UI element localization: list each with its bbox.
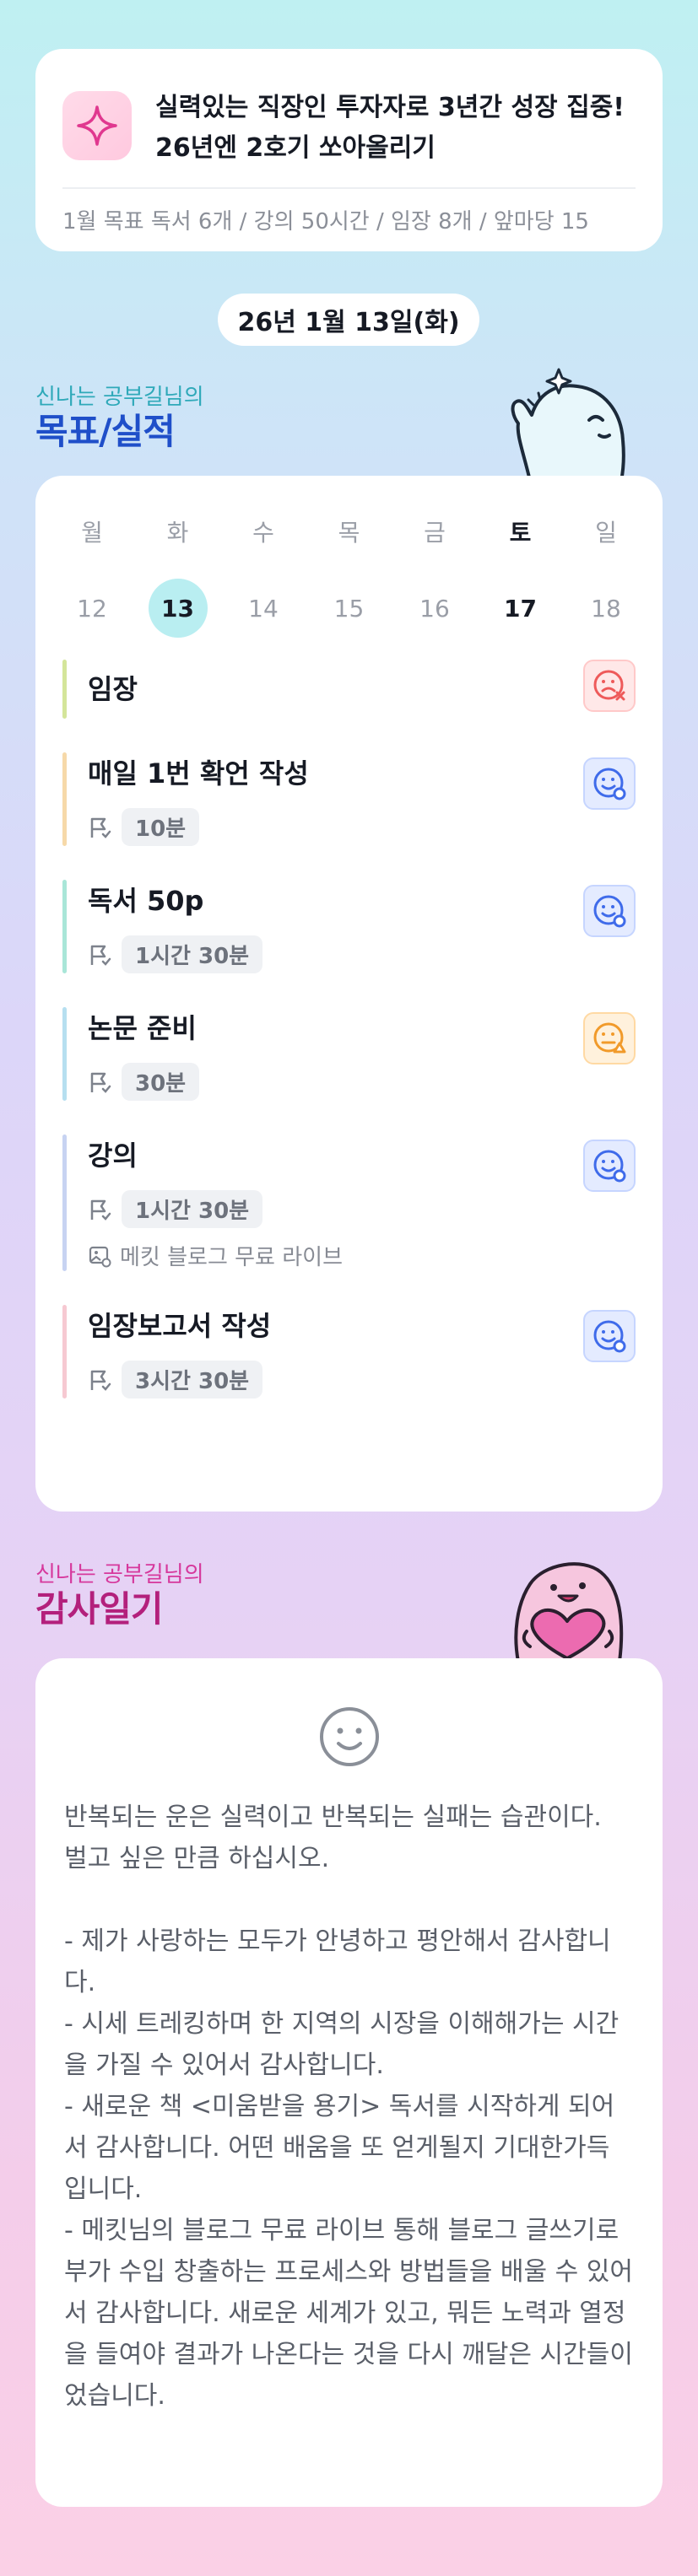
task-name: 독서 50p	[88, 885, 204, 917]
task-color-bar	[62, 752, 67, 846]
task-time: 30분	[122, 1063, 200, 1101]
weekday-sun: 일	[595, 519, 617, 547]
date-row: 12 13 14 15 16 17 18	[62, 579, 636, 638]
task-item[interactable]: 임장보고서 작성 3시간 30분	[62, 1305, 636, 1398]
goal-card[interactable]: 실력있는 직장인 투자자로 3년간 성장 집중! 26년엔 2호기 쏘아올리기 …	[35, 49, 663, 251]
task-note: 메킷 블로그 무료 라이브	[120, 1245, 343, 1270]
weekday-mon: 월	[81, 519, 103, 547]
ghost-mascot-icon	[511, 368, 625, 481]
date-16[interactable]: 16	[405, 579, 464, 638]
task-item[interactable]: 강의 1시간 30분 메킷 블로그 무료 라이브	[62, 1134, 636, 1271]
weekday-tue: 화	[166, 519, 189, 547]
task-color-bar	[62, 1007, 67, 1101]
sparkle-icon	[62, 91, 132, 160]
date-14[interactable]: 14	[234, 579, 293, 638]
task-item[interactable]: 임장	[62, 660, 636, 719]
section-title: 목표/실적	[35, 411, 176, 452]
weekday-sat: 토	[509, 519, 532, 547]
task-item[interactable]: 논문 준비 30분	[62, 1007, 636, 1101]
flag-icon	[90, 817, 111, 838]
smiley-icon	[319, 1707, 379, 1766]
goal-title: 실력있는 직장인 투자자로 3년간 성장 집중! 26년엔 2호기 쏘아올리기	[155, 93, 625, 163]
date-13-selected[interactable]: 13	[148, 579, 208, 638]
goals-card: 월 화 수 목 금 토 일 12 13 14 15 16 17 18 임장 매일…	[35, 476, 663, 1512]
flag-icon	[90, 945, 111, 966]
section-owner-label: 신나는 공부길님의	[35, 385, 204, 410]
heart-mascot-icon	[514, 1562, 624, 1662]
gratitude-diary-card[interactable]: 반복되는 운은 실력이고 반복되는 실패는 습관이다. 벌고 싶은 만큼 하십시…	[35, 1658, 663, 2507]
status-smile-check-icon[interactable]	[583, 1140, 636, 1192]
task-item[interactable]: 매일 1번 확언 작성 10분	[62, 752, 636, 846]
task-time: 1시간 30분	[122, 935, 263, 973]
date-15[interactable]: 15	[320, 579, 379, 638]
task-name: 강의	[88, 1140, 138, 1172]
weekday-row: 월 화 수 목 금 토 일	[62, 515, 636, 548]
flag-icon	[90, 1199, 111, 1221]
goals-section-header: 신나는 공부길님의 목표/실적	[35, 380, 204, 453]
task-time: 10분	[122, 808, 200, 846]
weekday-wed: 수	[252, 519, 274, 547]
task-name: 임장보고서 작성	[88, 1310, 272, 1342]
task-item[interactable]: 독서 50p 1시간 30분	[62, 880, 636, 973]
status-meh-triangle-icon[interactable]	[583, 1012, 636, 1064]
flag-icon	[90, 1072, 111, 1093]
status-smile-check-icon[interactable]	[583, 1310, 636, 1362]
flag-icon	[90, 1370, 111, 1391]
diary-section-header: 신나는 공부길님의 감사일기	[35, 1557, 204, 1630]
task-time: 3시간 30분	[122, 1361, 263, 1398]
diary-text: 반복되는 운은 실력이고 반복되는 실패는 습관이다. 벌고 싶은 만큼 하십시…	[64, 1803, 633, 2411]
task-color-bar	[62, 660, 67, 719]
task-name: 논문 준비	[88, 1012, 197, 1044]
weekday-fri: 금	[424, 519, 446, 547]
task-name: 임장	[88, 673, 138, 705]
section-owner-label: 신나는 공부길님의	[35, 1562, 204, 1587]
task-name: 매일 1번 확언 작성	[88, 757, 309, 790]
monthly-goal-summary: 1월 목표 독서 6개 / 강의 50시간 / 임장 8개 / 앞마당 15	[62, 209, 589, 234]
date-17[interactable]: 17	[491, 579, 550, 638]
divider	[62, 187, 636, 189]
status-smile-check-icon[interactable]	[583, 885, 636, 937]
status-smile-check-icon[interactable]	[583, 757, 636, 810]
task-time: 1시간 30분	[122, 1190, 263, 1228]
task-color-bar	[62, 1305, 67, 1398]
date-18[interactable]: 18	[576, 579, 636, 638]
status-sad-x-icon[interactable]	[583, 660, 636, 712]
section-title: 감사일기	[35, 1588, 164, 1630]
weekday-thu: 목	[338, 519, 360, 547]
image-note-icon	[89, 1246, 111, 1267]
task-color-bar	[62, 880, 67, 973]
task-color-bar	[62, 1134, 67, 1271]
date-12[interactable]: 12	[62, 579, 122, 638]
date-selector[interactable]: 26년 1월 13일(화)	[218, 294, 479, 346]
